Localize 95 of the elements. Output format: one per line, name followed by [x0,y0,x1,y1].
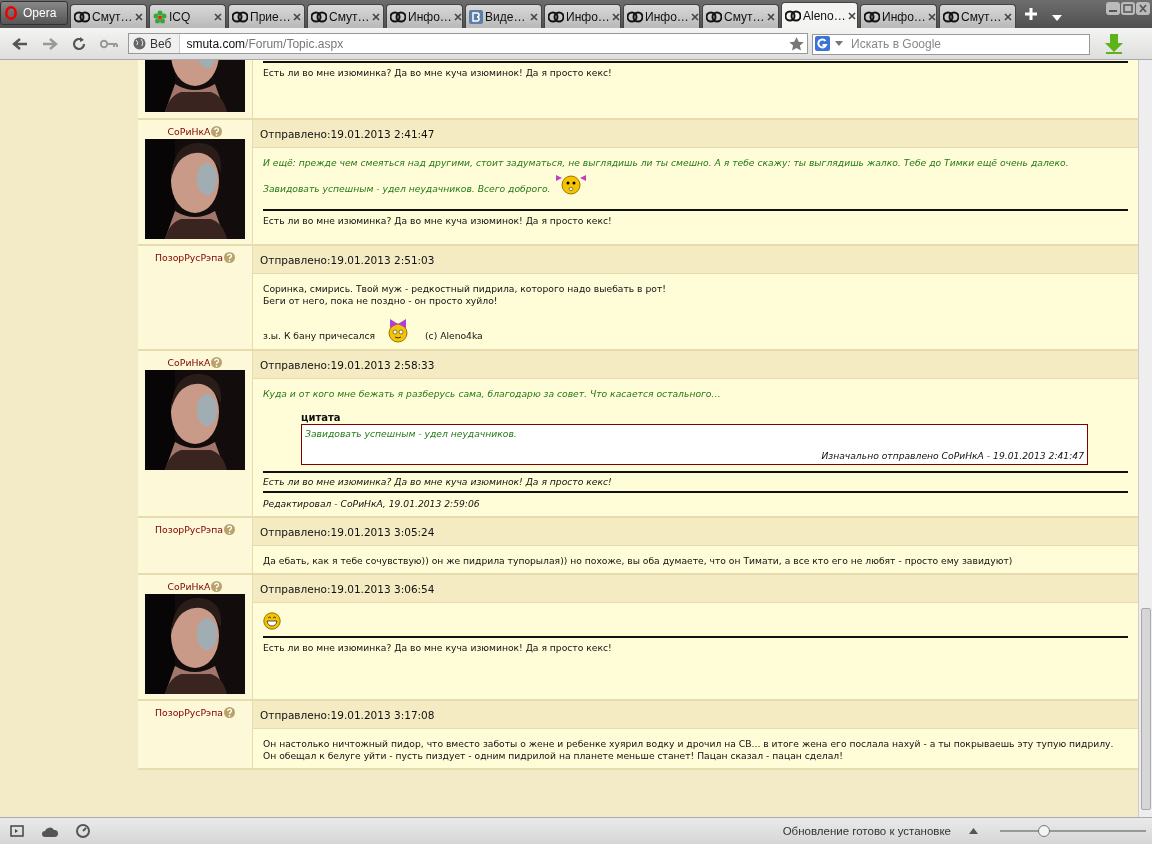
author-name[interactable]: СоРиНкА [167,126,211,137]
rings-icon [390,9,406,24]
post-time: Отправлено:19.01.2013 2:51:03 [260,253,435,266]
browser-tab[interactable]: Инфо… [623,4,700,28]
post-time: Отправлено:19.01.2013 3:05:24 [260,525,435,538]
close-icon[interactable] [453,12,462,21]
message-text: з.ы. К бану причесался [263,330,376,342]
flower-icon [153,9,167,24]
signature-text: Есть ли во мне изюминка? Да во мне куча изюминок! Да я просто кекс! [263,642,612,653]
close-icon[interactable] [767,12,775,21]
globe-icon [133,37,146,50]
browser-tab[interactable]: Смут… [307,4,384,28]
message-text: Беги от него, пока не поздно - он просто хуйло! [263,295,498,307]
author-name[interactable]: СоРиНкА [167,357,211,368]
scroll-thumb[interactable] [1141,608,1151,810]
signature-text: Есть ли во мне изюминка? Да во мне куча изюминок! Да я просто кекс! [263,67,612,78]
dropdown-icon[interactable] [1052,15,1062,21]
browser-tab[interactable]: Прие… [228,4,305,28]
new-tab-icon[interactable] [1024,7,1038,21]
smiley-icon [263,612,281,630]
rings-icon [706,9,722,24]
author-name[interactable]: СоРиНкА [167,581,211,592]
close-icon[interactable] [214,12,222,21]
message-text: И ещё: прежде чем смеяться над другими, стоит задуматься, не выглядишь ли ты смешно. А я тебе скажу: ты выглядишь жалко. Тебе до Тимки ещё очень далеко. [263,157,1069,169]
status-message: Обновление готово к установке [782,825,951,837]
close-icon[interactable] [847,11,856,20]
address-field[interactable]: Веб smuta.com/Forum/Topic.aspx [128,33,808,54]
close-icon[interactable] [372,12,380,21]
author-name[interactable]: ПозорРусРэпа [155,252,223,263]
browser-tab[interactable]: Инфо… [544,4,621,28]
rings-icon [548,9,564,24]
signature-text: Есть ли во мне изюминка? Да во мне куча изюминок! Да я просто кекс! [263,476,612,487]
browser-tab[interactable]: Смут… [939,4,1016,28]
browser-tab[interactable]: Инфо… [386,4,463,28]
signature-text: Есть ли во мне изюминка? Да во мне куча изюминок! Да я просто кекс! [263,215,612,226]
url-text: smuta.com/Forum/Topic.aspx [186,36,345,51]
zoom-slider[interactable] [1000,825,1146,837]
rings-icon [74,9,90,24]
web-badge[interactable]: Веб [129,34,181,53]
close-icon[interactable] [1136,2,1150,15]
post-time: Отправлено:19.01.2013 2:41:47 [260,127,435,140]
opera-menu-button[interactable]: Opera [0,1,68,25]
close-icon[interactable] [1004,12,1012,21]
close-icon[interactable] [293,12,301,21]
close-icon[interactable] [927,12,936,21]
search-engine-icon[interactable] [815,36,830,51]
edited-note: Редактировал - СоРиНкА, 19.01.2013 2:59:06 [263,498,481,510]
cloud-icon[interactable] [42,825,58,837]
logo-icon [5,6,17,20]
panel-icon[interactable] [10,825,24,837]
speedometer-icon[interactable] [76,824,90,838]
rings-icon [627,9,643,24]
caret-icon[interactable] [835,41,843,46]
browser-tab[interactable]: Смут… [70,4,147,28]
rings-icon [311,9,327,24]
badge-label: Веб [150,36,172,51]
rings-icon [943,9,959,24]
quote-title: цитата [301,412,342,423]
browser-tab[interactable]: Aleno… [781,2,858,28]
search-field[interactable]: Искать в Google [812,33,1090,55]
close-icon[interactable] [135,12,143,21]
message-text: Да ебать, как я тебе сочувствую)) он же пидрила тупорылая)) но похоже, вы оба думаете, что он Тимати, а все кто его не любят - просто ему завидуют) [263,555,1013,567]
post-time: Отправлено:19.01.2013 3:17:08 [260,708,435,721]
letter-b-icon [469,9,483,24]
reload-icon[interactable] [72,36,86,51]
rings-icon [864,9,880,24]
message-text: Он обещал к белуге уйти - пусть пиздует - одним пидрилой на планете меньше станет! Пацан сказал - пацан сделал! [263,750,843,762]
browser-tab[interactable]: Виде… [465,4,542,28]
message-text: (с) Aleno4ka [425,330,483,342]
browser-tab[interactable]: Инфо… [860,4,937,28]
message-text: Завидовать успешным - удел неудачников. Всего доброго. [263,183,551,195]
rings-icon [232,9,248,24]
post-time: Отправлено:19.01.2013 3:06:54 [260,582,435,595]
rings-icon [785,8,801,23]
close-icon[interactable] [690,12,699,21]
browser-tab[interactable]: Смут… [702,4,779,28]
author-name[interactable]: ПозорРусРэпа [155,707,223,718]
star-icon[interactable] [789,36,804,51]
message-text: Соринка, смирись. Твой муж - редкостный пидрила, которого надо выебать в рот! [263,283,666,295]
smiley-icon [387,319,410,343]
quote-attribution: Изначально отправлено СоРиНкА - 19.01.2013 2:41:47 [820,450,1084,461]
minimize-icon[interactable] [1106,2,1120,15]
message-text: Он настолько ничтожный пидор, что вместо заботы о жене и ребенке хуярил водку и дрочил на СВ... в итоге жена его послала нахуй - а ты покрываешь эту тупую пидрилу. [263,738,1114,750]
caret-icon[interactable] [969,828,978,834]
restore-icon[interactable] [1121,2,1135,15]
quote-text: Завидовать успешным - удел неудачников. [305,428,518,439]
scrollbar[interactable] [1138,60,1152,817]
close-icon[interactable] [530,12,538,21]
author-name[interactable]: ПозорРусРэпа [155,524,223,535]
post-time: Отправлено:19.01.2013 2:58:33 [260,358,435,371]
message-text: Куда и от кого мне бежать я разберусь сама, благодарю за совет. Что касается остального… [263,388,721,400]
browser-tab[interactable]: ICQ [149,4,226,28]
back-icon[interactable] [12,36,28,51]
slider-thumb[interactable] [1037,825,1050,837]
close-icon[interactable] [611,12,620,21]
